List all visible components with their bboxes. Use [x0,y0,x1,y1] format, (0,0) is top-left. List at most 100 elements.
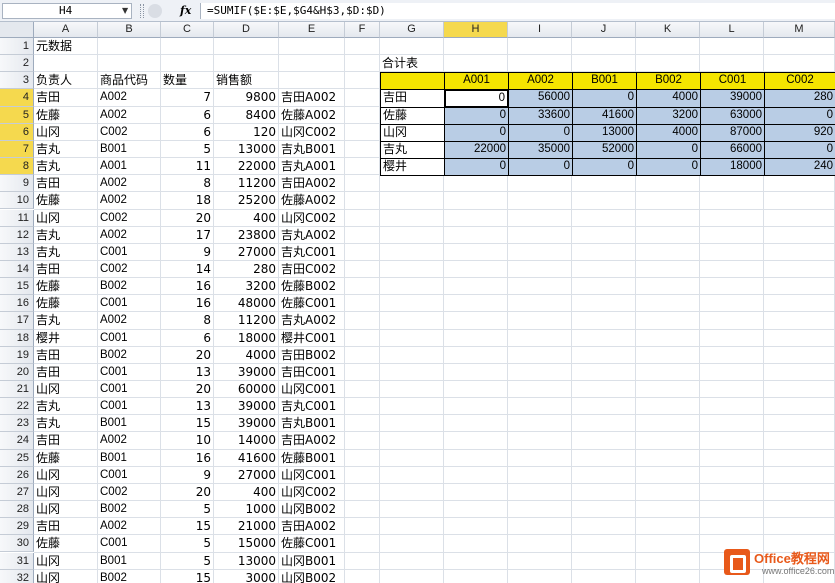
record-key[interactable]: 樱井C001 [279,330,345,347]
summary-value[interactable]: 0 [764,106,835,125]
record-person[interactable]: 吉田 [34,89,98,106]
column-header-f[interactable]: F [345,22,380,38]
summary-person[interactable]: 佐藤 [380,106,445,125]
summary-value[interactable]: 87000 [700,123,765,142]
summary-value[interactable]: 33600 [508,106,573,125]
record-person[interactable]: 山冈 [34,124,98,141]
record-key[interactable]: 佐藤B002 [279,278,345,295]
record-key[interactable]: 佐藤C001 [279,535,345,552]
record-sales[interactable]: 39000 [214,415,279,432]
record-qty[interactable]: 5 [161,141,214,158]
row-header-22[interactable]: 22 [0,398,34,416]
record-sales[interactable]: 25200 [214,192,279,209]
record-key[interactable]: 山冈B001 [279,553,345,570]
summary-value[interactable]: 63000 [700,106,765,125]
summary-value[interactable]: 18000 [700,158,765,177]
row-header-15[interactable]: 15 [0,278,34,296]
summary-value[interactable]: 66000 [700,140,765,160]
record-key[interactable]: 山冈C002 [279,124,345,141]
record-sales[interactable]: 27000 [214,244,279,261]
record-sales[interactable]: 39000 [214,364,279,381]
record-product[interactable]: B001 [98,415,161,432]
row-header-21[interactable]: 21 [0,381,34,399]
record-person[interactable]: 山冈 [34,381,98,398]
row-header-32[interactable]: 32 [0,569,34,583]
record-sales[interactable]: 15000 [214,535,279,552]
record-person[interactable]: 吉田 [34,347,98,364]
record-sales[interactable]: 120 [214,124,279,141]
record-product[interactable]: B001 [98,450,161,467]
record-key[interactable]: 山冈C002 [279,484,345,501]
row-header-20[interactable]: 20 [0,363,34,381]
record-key[interactable]: 山冈B002 [279,501,345,518]
record-key[interactable]: 吉丸A002 [279,227,345,244]
record-sales[interactable]: 13000 [214,553,279,570]
summary-value[interactable]: 56000 [508,89,573,108]
record-key[interactable]: 吉田A002 [279,432,345,449]
record-qty[interactable]: 15 [161,415,214,432]
record-person[interactable]: 吉丸 [34,415,98,432]
record-person[interactable]: 山冈 [34,501,98,518]
record-qty[interactable]: 15 [161,570,214,583]
record-key[interactable]: 山冈C002 [279,210,345,227]
summary-value[interactable]: 0 [444,123,509,142]
record-sales[interactable]: 22000 [214,158,279,175]
record-sales[interactable]: 18000 [214,330,279,347]
record-sales[interactable]: 11200 [214,312,279,329]
record-person[interactable]: 佐藤 [34,535,98,552]
column-header-h[interactable]: H [444,22,508,38]
summary-code-header[interactable]: A001 [444,72,509,91]
column-header-j[interactable]: J [572,22,636,38]
summary-value[interactable]: 0 [444,158,509,177]
summary-person[interactable]: 吉田 [380,89,445,108]
record-qty[interactable]: 20 [161,381,214,398]
record-person[interactable]: 吉田 [34,518,98,535]
record-sales[interactable]: 48000 [214,295,279,312]
record-product[interactable]: C001 [98,244,161,261]
record-product[interactable]: A002 [98,312,161,329]
record-key[interactable]: 吉丸C001 [279,398,345,415]
cancel-button[interactable] [148,4,162,18]
summary-value[interactable]: 0 [636,140,701,160]
record-person[interactable]: 吉丸 [34,227,98,244]
summary-value[interactable]: 920 [764,123,835,142]
record-person[interactable]: 吉田 [34,364,98,381]
select-all-button[interactable] [0,22,34,38]
record-key[interactable]: 吉田A002 [279,518,345,535]
record-product[interactable]: B001 [98,553,161,570]
active-cell[interactable]: 0 [444,89,509,108]
record-qty[interactable]: 15 [161,518,214,535]
record-qty[interactable]: 6 [161,330,214,347]
record-sales[interactable]: 280 [214,261,279,278]
summary-value[interactable]: 39000 [700,89,765,108]
row-header-6[interactable]: 6 [0,123,34,141]
summary-value[interactable]: 0 [508,123,573,142]
row-header-3[interactable]: 3 [0,72,34,90]
row-header-2[interactable]: 2 [0,55,34,73]
insert-function-icon[interactable]: fx [180,3,191,19]
row-header-19[interactable]: 19 [0,346,34,364]
record-person[interactable]: 吉丸 [34,312,98,329]
record-qty[interactable]: 9 [161,467,214,484]
row-header-8[interactable]: 8 [0,158,34,176]
summary-value[interactable]: 280 [764,89,835,108]
column-header-m[interactable]: M [764,22,835,38]
row-header-26[interactable]: 26 [0,466,34,484]
row-header-29[interactable]: 29 [0,518,34,536]
summary-value[interactable]: 0 [572,89,637,108]
summary-corner[interactable] [380,72,445,91]
record-sales[interactable]: 400 [214,484,279,501]
record-key[interactable]: 佐藤A002 [279,192,345,209]
record-key[interactable]: 山冈C001 [279,381,345,398]
summary-person[interactable]: 吉丸 [380,140,445,160]
column-header-i[interactable]: I [508,22,572,38]
row-header-10[interactable]: 10 [0,192,34,210]
summary-person[interactable]: 山冈 [380,123,445,142]
summary-value[interactable]: 41600 [572,106,637,125]
record-key[interactable]: 佐藤B001 [279,450,345,467]
record-sales[interactable]: 9800 [214,89,279,106]
summary-value[interactable]: 0 [764,140,835,160]
record-product[interactable]: C002 [98,210,161,227]
record-sales[interactable]: 400 [214,210,279,227]
record-sales[interactable]: 39000 [214,398,279,415]
